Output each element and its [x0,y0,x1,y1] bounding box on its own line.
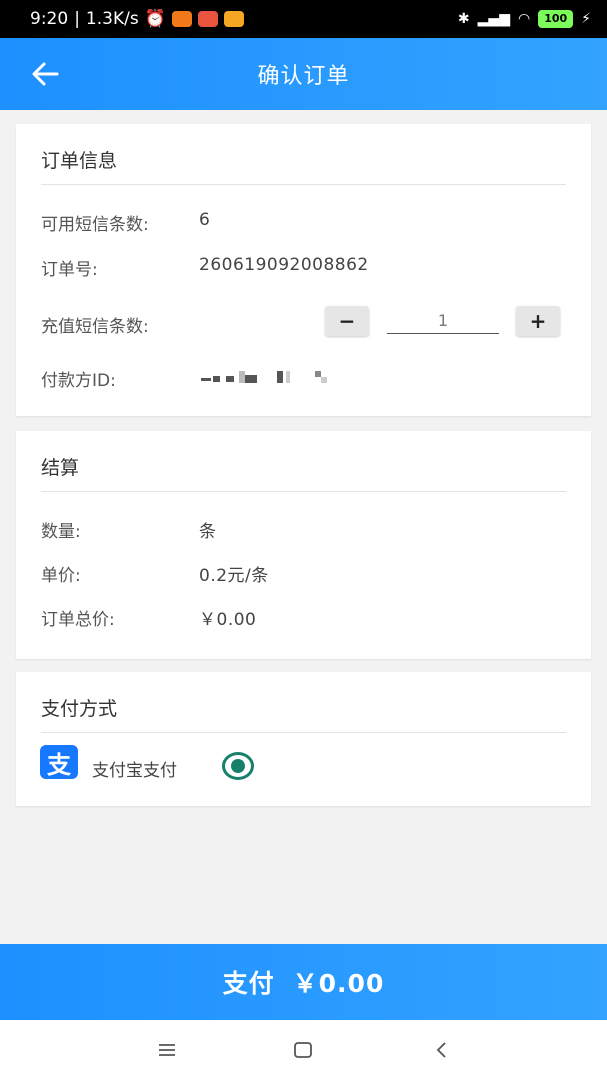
payment-method-title: 支付方式 [41,698,118,720]
quantity-label: 数量: [41,522,81,542]
available-sms-value: 6 [199,210,211,230]
alarm-icon: ⏰ [144,9,166,29]
order-info-title: 订单信息 [41,150,118,172]
payer-id-masked-value [199,371,339,385]
radio-selected-dot [231,759,245,773]
alipay-option-label[interactable]: 支付宝支付 [92,756,177,781]
payer-id-label: 付款方ID: [41,371,116,391]
system-nav-bar [0,1020,607,1080]
status-network-speed: 1.3K/s [85,9,139,29]
available-sms-label: 可用短信条数: [41,215,149,235]
home-icon[interactable] [291,1038,315,1062]
status-separator: | [74,9,80,29]
settlement-card: 结算 数量: 条 单价: 0.2元/条 订单总价: ￥0.00 [16,431,591,659]
back-arrow-icon[interactable] [30,60,60,88]
pay-button-amount: ￥0.00 [292,969,385,998]
pay-button[interactable]: 支付 ￥0.00 [0,944,607,1020]
pay-button-label: 支付 [222,969,275,998]
signal-icon: ▂▄▆ [477,11,510,27]
order-number-label: 订单号: [41,260,98,280]
payment-method-card: 支付方式 支 支付宝支付 [16,672,591,806]
order-total-value: ￥0.00 [199,610,257,630]
status-bar: 9:20 | 1.3K/s ⏰ ✱ ▂▄▆ ◠ 100 ⚡ [0,0,607,38]
wifi-icon: ◠ [517,11,531,27]
alipay-icon: 支 [40,745,78,779]
back-icon[interactable] [430,1038,454,1062]
page-title: 确认订单 [257,64,350,89]
notification-app-icon [197,11,218,27]
bluetooth-icon: ✱ [457,11,470,27]
alipay-radio-button[interactable] [222,752,254,780]
settlement-title: 结算 [41,457,80,479]
status-time: 9:20 [30,9,69,29]
notes-app-icon [223,11,244,27]
unit-price-value: 0.2元/条 [199,566,269,586]
divider [41,184,566,185]
increment-button[interactable]: + [516,306,560,336]
battery-icon: 100 [538,10,574,28]
recharge-quantity-input[interactable] [387,308,499,334]
order-total-label: 订单总价: [41,610,115,630]
mi-app-icon [171,11,192,27]
unit-price-label: 单价: [41,566,81,586]
order-info-card: 订单信息 可用短信条数: 6 订单号: 260619092008862 充值短信… [16,124,591,416]
order-number-value: 260619092008862 [199,255,369,275]
divider [41,732,566,733]
divider [41,491,566,492]
app-bar: 确认订单 [0,38,607,110]
recharge-count-label: 充值短信条数: [41,317,149,337]
charging-icon: ⚡ [581,11,591,27]
decrement-button[interactable]: − [325,306,369,336]
menu-icon[interactable] [155,1038,179,1062]
quantity-value: 条 [199,522,217,542]
